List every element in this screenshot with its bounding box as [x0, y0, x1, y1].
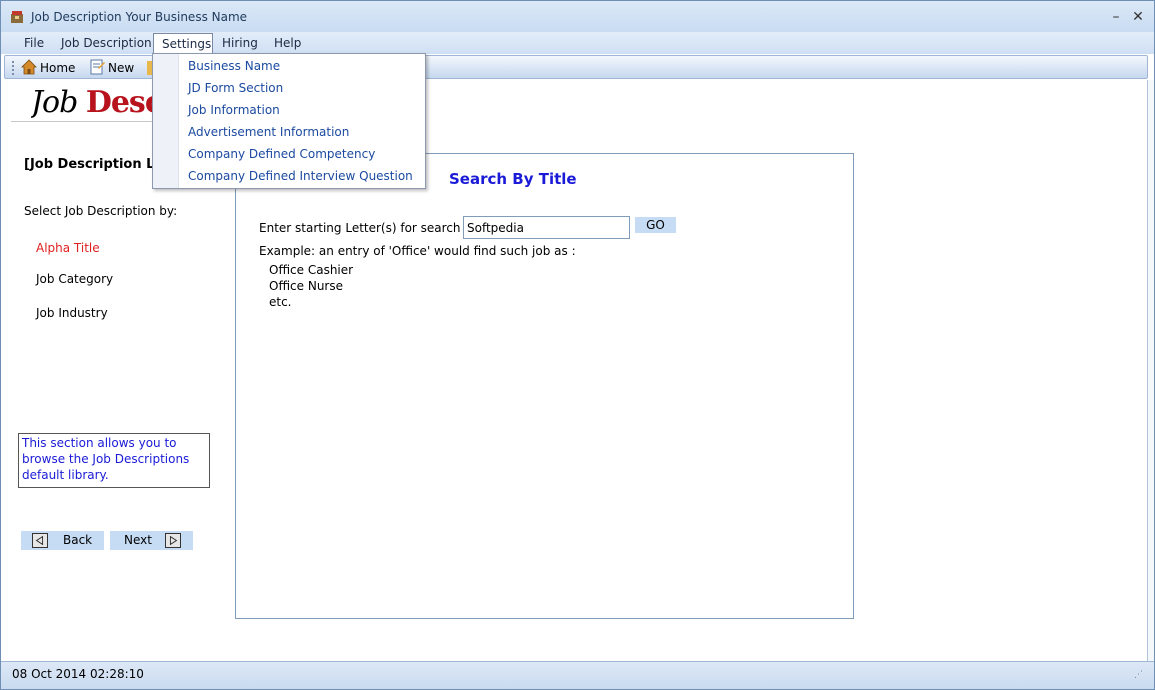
- logo: Job Descript: [31, 85, 155, 120]
- settings-dropdown: Business Name JD Form Section Job Inform…: [152, 53, 426, 189]
- menu-item-jd-form-section[interactable]: JD Form Section: [188, 81, 283, 95]
- home-label: Home: [40, 61, 76, 75]
- home-icon: [21, 59, 37, 75]
- logo-part2: Descript: [85, 85, 155, 120]
- menu-settings[interactable]: Settings: [153, 33, 213, 55]
- back-arrow-icon: [32, 533, 48, 548]
- new-document-icon: [90, 59, 105, 75]
- menu-item-business-name[interactable]: Business Name: [188, 59, 280, 73]
- new-label: New: [108, 61, 135, 75]
- toolbar-grip[interactable]: [12, 61, 14, 75]
- example-text: Example: an entry of 'Office' would find…: [259, 244, 576, 258]
- search-label: Enter starting Letter(s) for search: [259, 221, 461, 235]
- search-title: Search By Title: [449, 170, 577, 188]
- example-item: etc.: [269, 295, 292, 309]
- menu-item-advertisement-information[interactable]: Advertisement Information: [188, 125, 349, 139]
- next-label: Next: [124, 533, 152, 547]
- example-item: Office Cashier: [269, 263, 354, 277]
- window-title: Job Description Your Business Name: [31, 10, 248, 24]
- resize-grip-icon[interactable]: ⋰: [1134, 670, 1143, 680]
- option-job-category[interactable]: Job Category: [36, 272, 113, 286]
- example-item: Office Nurse: [269, 279, 343, 293]
- menu-help[interactable]: Help: [274, 35, 301, 54]
- select-by-label: Select Job Description by:: [24, 204, 178, 218]
- section-heading: [Job Description L: [24, 157, 154, 172]
- menu-hiring[interactable]: Hiring: [222, 35, 258, 54]
- close-button[interactable]: ✕: [1128, 8, 1148, 26]
- search-input[interactable]: [463, 216, 630, 239]
- menu-item-company-defined-competency[interactable]: Company Defined Competency: [188, 147, 375, 161]
- menu-file[interactable]: File: [24, 35, 44, 54]
- option-alpha-title[interactable]: Alpha Title: [36, 241, 100, 255]
- home-button[interactable]: Home: [21, 59, 75, 77]
- next-button[interactable]: Next: [110, 531, 193, 550]
- status-datetime: 08 Oct 2014 02:28:10: [12, 667, 144, 681]
- minimize-button[interactable]: –: [1106, 8, 1126, 26]
- menu-bar: File Job Description Settings Hiring Hel…: [1, 32, 1154, 55]
- dropdown-gutter: [153, 54, 179, 188]
- status-bar: 08 Oct 2014 02:28:10 ⋰: [1, 661, 1154, 689]
- menu-item-job-information[interactable]: Job Information: [188, 103, 280, 117]
- back-button[interactable]: Back: [21, 531, 104, 550]
- new-button[interactable]: New: [89, 59, 134, 77]
- back-label: Back: [63, 533, 93, 547]
- menu-job-description[interactable]: Job Description: [61, 35, 152, 54]
- next-arrow-icon: [165, 533, 181, 548]
- header-divider: [11, 121, 161, 122]
- title-bar: Job Description Your Business Name – ✕: [1, 1, 1154, 32]
- menu-item-company-defined-interview-question[interactable]: Company Defined Interview Question: [188, 169, 413, 183]
- go-button[interactable]: GO: [635, 217, 676, 233]
- info-box: This section allows you to browse the Jo…: [18, 433, 210, 488]
- app-window: Job Description Your Business Name – ✕ F…: [0, 0, 1155, 690]
- option-job-industry[interactable]: Job Industry: [36, 306, 108, 320]
- content-edge: [1147, 80, 1154, 661]
- app-icon: [11, 11, 23, 23]
- search-panel: Search By Title Enter starting Letter(s)…: [235, 153, 854, 619]
- logo-part1: Job: [31, 85, 86, 120]
